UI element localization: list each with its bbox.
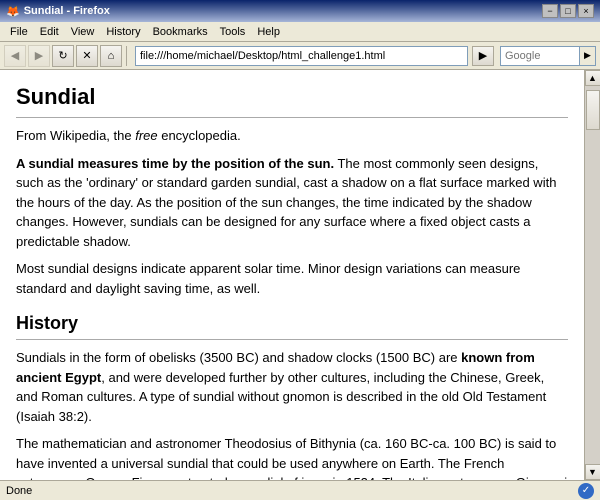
scroll-up-button[interactable]: ▲ bbox=[585, 70, 600, 86]
status-text: Done bbox=[6, 485, 32, 497]
toolbar: ◀ ▶ ↻ ✕ ⌂ ▶ ▶ bbox=[0, 42, 600, 70]
home-button[interactable]: ⌂ bbox=[100, 45, 122, 67]
forward-button[interactable]: ▶ bbox=[28, 45, 50, 67]
address-go-button[interactable]: ▶ bbox=[472, 46, 494, 66]
maximize-button[interactable]: □ bbox=[560, 4, 576, 18]
intro-paragraph: A sundial measures time by the position … bbox=[16, 154, 568, 252]
history-paragraph-1: Sundials in the form of obelisks (3500 B… bbox=[16, 348, 568, 426]
address-input[interactable] bbox=[135, 46, 468, 66]
titlebar: 🦊 Sundial - Firefox − □ × bbox=[0, 0, 600, 22]
menubar: File Edit View History Bookmarks Tools H… bbox=[0, 22, 600, 42]
menu-file[interactable]: File bbox=[4, 24, 34, 40]
scroll-down-button[interactable]: ▼ bbox=[585, 464, 600, 480]
subtitle: From Wikipedia, the free encyclopedia. bbox=[16, 126, 568, 146]
solar-time-paragraph: Most sundial designs indicate apparent s… bbox=[16, 259, 568, 298]
stop-button[interactable]: ✕ bbox=[76, 45, 98, 67]
page-title: Sundial bbox=[16, 80, 568, 118]
scrollbar-track[interactable] bbox=[585, 86, 600, 464]
titlebar-title: 🦊 Sundial - Firefox bbox=[6, 5, 110, 18]
menu-view[interactable]: View bbox=[65, 24, 101, 40]
menu-bookmarks[interactable]: Bookmarks bbox=[147, 24, 214, 40]
scrollbar-thumb[interactable] bbox=[586, 90, 600, 130]
menu-help[interactable]: Help bbox=[251, 24, 286, 40]
address-bar: ▶ bbox=[135, 46, 494, 66]
back-button[interactable]: ◀ bbox=[4, 45, 26, 67]
titlebar-icon: 🦊 bbox=[6, 5, 20, 18]
reload-button[interactable]: ↻ bbox=[52, 45, 74, 67]
status-icon: ✓ bbox=[578, 483, 594, 499]
menu-tools[interactable]: Tools bbox=[214, 24, 252, 40]
titlebar-controls: − □ × bbox=[542, 4, 594, 18]
search-container: ▶ bbox=[500, 46, 596, 66]
history-paragraph-2: The mathematician and astronomer Theodos… bbox=[16, 434, 568, 480]
menu-edit[interactable]: Edit bbox=[34, 24, 65, 40]
statusbar: Done ✓ bbox=[0, 480, 600, 500]
scrollbar[interactable]: ▲ ▼ bbox=[584, 70, 600, 480]
content-area: Sundial From Wikipedia, the free encyclo… bbox=[0, 70, 584, 480]
minimize-button[interactable]: − bbox=[542, 4, 558, 18]
toolbar-separator bbox=[126, 46, 127, 66]
close-button[interactable]: × bbox=[578, 4, 594, 18]
history-heading: History bbox=[16, 310, 568, 340]
search-input[interactable] bbox=[500, 46, 580, 66]
menu-history[interactable]: History bbox=[100, 24, 146, 40]
search-go-button[interactable]: ▶ bbox=[580, 46, 596, 66]
main-container: Sundial From Wikipedia, the free encyclo… bbox=[0, 70, 600, 480]
